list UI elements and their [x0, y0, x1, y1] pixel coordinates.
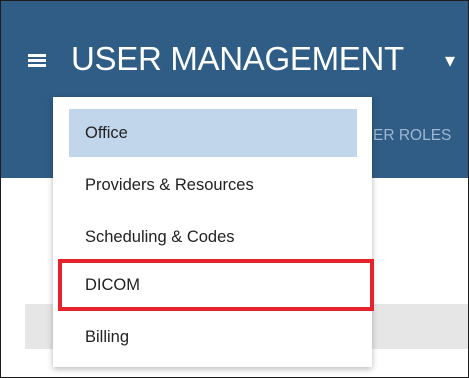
menu-item-office[interactable]: Office: [69, 109, 357, 157]
hamburger-line: [28, 54, 46, 57]
menu-item-scheduling-codes[interactable]: Scheduling & Codes: [69, 213, 357, 261]
app-window: USER MANAGEMENT ▾ ER ROLES Office Provid…: [0, 0, 469, 378]
menu-item-dicom[interactable]: DICOM: [58, 259, 374, 311]
hamburger-menu-icon[interactable]: [28, 54, 46, 68]
hamburger-line: [28, 64, 46, 67]
tab-user-roles[interactable]: ER ROLES: [373, 125, 451, 147]
page-title[interactable]: USER MANAGEMENT: [71, 39, 404, 79]
menu-item-providers-resources[interactable]: Providers & Resources: [69, 161, 357, 209]
hamburger-line: [28, 59, 46, 62]
section-dropdown-menu: Office Providers & Resources Scheduling …: [53, 97, 374, 367]
caret-down-icon[interactable]: ▾: [445, 51, 455, 71]
menu-item-billing[interactable]: Billing: [69, 313, 357, 361]
